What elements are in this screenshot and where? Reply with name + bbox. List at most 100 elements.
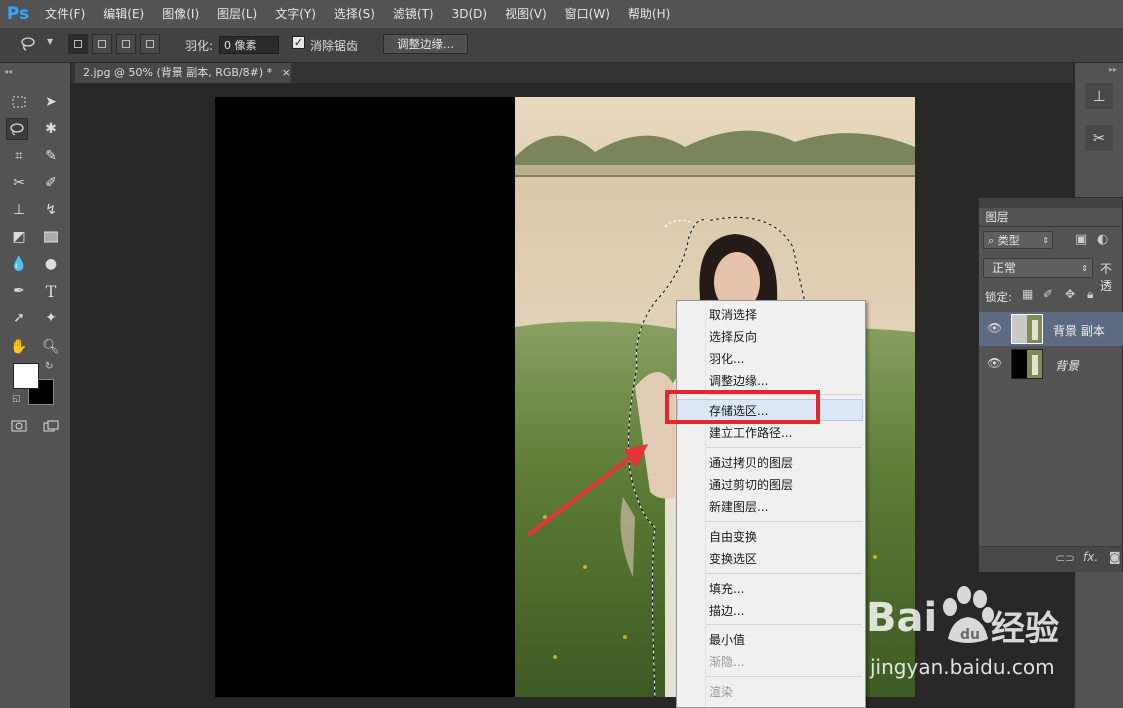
tool-presets-icon[interactable]: ✂ xyxy=(1085,125,1113,151)
menu-item-refine-edge[interactable]: 调整边缘... xyxy=(709,372,768,389)
adjustment-filter-icon[interactable]: ◐ xyxy=(1097,232,1108,247)
layer-row-background-copy[interactable]: 👁︎ 背景 副本 xyxy=(979,312,1123,346)
subtract-from-selection-button[interactable] xyxy=(116,34,136,54)
lasso-tool-preset-icon[interactable] xyxy=(20,36,36,52)
antialias-label: 消除锯齿 xyxy=(310,39,359,53)
lasso-tool-icon[interactable] xyxy=(6,118,28,140)
layer-thumbnail xyxy=(1011,314,1043,344)
svg-text:du: du xyxy=(960,627,980,643)
layer-row-background[interactable]: 👁︎ 背景 xyxy=(979,347,1123,381)
link-layers-icon[interactable]: ⊂⊃ xyxy=(1055,551,1075,565)
menu-filter[interactable]: 滤镜(T) xyxy=(384,0,443,28)
eye-icon[interactable]: 👁︎ xyxy=(987,321,1002,335)
layer-filter-select[interactable]: ⌕ 类型 ⇕ xyxy=(983,231,1053,249)
custom-shape-tool-icon[interactable]: ✦ xyxy=(40,307,62,329)
menu-item-feather[interactable]: 羽化... xyxy=(709,350,744,367)
fx-icon[interactable]: fx. xyxy=(1083,550,1098,564)
menu-item-new-layer[interactable]: 新建图层... xyxy=(709,498,768,515)
lock-position-icon[interactable]: ✥ xyxy=(1065,287,1075,301)
type-tool-icon[interactable]: T xyxy=(40,280,62,302)
image-filter-icon[interactable]: ▣ xyxy=(1075,232,1087,247)
foreground-color-swatch-top[interactable] xyxy=(13,363,39,389)
menu-separator xyxy=(706,624,862,625)
eraser-tool-icon[interactable]: ◩ xyxy=(8,226,30,248)
collapse-dock-icon[interactable]: ▸▸ xyxy=(1109,65,1117,74)
add-to-selection-button[interactable] xyxy=(92,34,112,54)
crop-tool-icon[interactable]: ⌗ xyxy=(8,145,30,167)
screen-mode-icon[interactable] xyxy=(40,415,62,437)
layer-name: 背景 副本 xyxy=(1053,324,1105,338)
brush-tool-icon[interactable]: ✐ xyxy=(40,172,62,194)
menu-item-fade[interactable]: 渐隐... xyxy=(709,653,744,670)
baidu-watermark: Bai du 经验 jingyan.baidu.com xyxy=(866,585,1123,708)
menu-item-minimum[interactable]: 最小值 xyxy=(709,631,745,648)
default-colors-icon[interactable]: ◱ xyxy=(12,394,21,404)
hand-tool-icon[interactable]: ✋ xyxy=(8,336,30,358)
eye-icon[interactable]: 👁︎ xyxy=(987,356,1002,370)
menu-help[interactable]: 帮助(H) xyxy=(619,0,679,28)
menu-item-select-inverse[interactable]: 选择反向 xyxy=(709,328,757,345)
pen-tool-icon[interactable]: ✒ xyxy=(8,280,30,302)
collapse-icon[interactable]: ◂◂ xyxy=(4,67,12,76)
path-selection-tool-icon[interactable]: ➚ xyxy=(8,307,30,329)
menu-separator xyxy=(706,676,862,677)
menu-item-transform-selection[interactable]: 变换选区 xyxy=(709,550,757,567)
search-icon: ⌕ xyxy=(988,234,998,247)
menu-separator xyxy=(706,521,862,522)
document-tab-title: 2.jpg @ 50% (背景 副本, RGB/8#) * xyxy=(83,66,273,79)
menu-item-deselect[interactable]: 取消选择 xyxy=(709,306,757,323)
lock-paint-icon[interactable]: ✐ xyxy=(1043,287,1053,301)
lock-all-icon[interactable]: 🔒︎ xyxy=(1087,287,1093,302)
menu-item-fill[interactable]: 填充... xyxy=(709,580,744,597)
clone-stamp-tool-icon[interactable]: ⊥ xyxy=(8,199,30,221)
document-tab[interactable]: 2.jpg @ 50% (背景 副本, RGB/8#) * × xyxy=(75,63,291,83)
menu-layer[interactable]: 图层(L) xyxy=(208,0,266,28)
menu-file[interactable]: 文件(F) xyxy=(36,0,94,28)
menu-item-layer-via-copy[interactable]: 通过拷贝的图层 xyxy=(709,454,793,471)
dodge-tool-icon[interactable]: ● xyxy=(40,253,62,275)
marquee-tool-icon[interactable] xyxy=(8,91,30,113)
menu-type[interactable]: 文字(Y) xyxy=(266,0,325,28)
layers-footer: ⊂⊃ fx. ◙ xyxy=(979,546,1122,572)
quick-mask-icon[interactable] xyxy=(8,415,30,437)
watermark-text: Bai xyxy=(866,595,938,641)
magic-wand-tool-icon[interactable]: ✱ xyxy=(40,118,62,140)
refine-edge-button[interactable]: 调整边缘... xyxy=(383,34,468,54)
menu-item-render[interactable]: 渲染 xyxy=(709,683,733,700)
zoom-tool-icon[interactable]: 🔍︎ xyxy=(40,336,62,358)
add-mask-icon[interactable]: ◙ xyxy=(1109,550,1121,564)
blend-mode-select[interactable]: 正常 ⇕ xyxy=(983,258,1093,278)
tab-layers[interactable]: 图层 xyxy=(980,209,1014,226)
swap-colors-icon[interactable]: ↻ xyxy=(45,361,53,372)
close-tab-icon[interactable]: × xyxy=(282,66,291,79)
options-bar: ▼ 羽化: 0 像素 ✓ 消除锯齿 调整边缘... xyxy=(0,28,1123,63)
menu-window[interactable]: 窗口(W) xyxy=(556,0,619,28)
document-black-area xyxy=(215,97,515,697)
menu-separator xyxy=(706,447,862,448)
layers-panel: ⌕ 类型 ⇕ ▣ ◐ 正常 ⇕ 不透 锁定: ▦ ✐ ✥ 🔒︎ ⊂⊃ fx. ◙ xyxy=(978,197,1123,572)
new-selection-button[interactable] xyxy=(68,34,88,54)
chevron-down-icon[interactable]: ▼ xyxy=(47,37,53,46)
context-menu-items: 取消选择 选择反向 羽化... 调整边缘... 存储选区... 建立工作路径..… xyxy=(676,300,866,708)
lock-label: 锁定: xyxy=(985,290,1012,304)
menu-3d[interactable]: 3D(D) xyxy=(443,0,496,28)
menu-edit[interactable]: 编辑(E) xyxy=(94,0,153,28)
menu-item-free-transform[interactable]: 自由变换 xyxy=(709,528,757,545)
antialias-checkbox[interactable]: ✓ xyxy=(292,36,305,49)
menu-view[interactable]: 视图(V) xyxy=(496,0,556,28)
menu-select[interactable]: 选择(S) xyxy=(325,0,384,28)
menu-item-stroke[interactable]: 描边... xyxy=(709,602,744,619)
gradient-tool-icon[interactable] xyxy=(40,226,62,248)
blur-tool-icon[interactable]: 💧 xyxy=(8,253,30,275)
feather-input[interactable]: 0 像素 xyxy=(219,36,279,54)
intersect-selection-button[interactable] xyxy=(140,34,160,54)
eyedropper-tool-icon[interactable]: ✎ xyxy=(40,145,62,167)
move-tool-icon[interactable]: ➤ xyxy=(40,91,62,113)
lock-transparent-icon[interactable]: ▦ xyxy=(1022,287,1033,301)
menu-item-make-work-path[interactable]: 建立工作路径... xyxy=(709,424,792,441)
history-panel-icon[interactable]: ⊥ xyxy=(1085,83,1113,109)
healing-brush-tool-icon[interactable]: ✂ xyxy=(8,172,30,194)
history-brush-tool-icon[interactable]: ↯ xyxy=(40,199,62,221)
menu-item-layer-via-cut[interactable]: 通过剪切的图层 xyxy=(709,476,793,493)
menu-image[interactable]: 图像(I) xyxy=(153,0,208,28)
